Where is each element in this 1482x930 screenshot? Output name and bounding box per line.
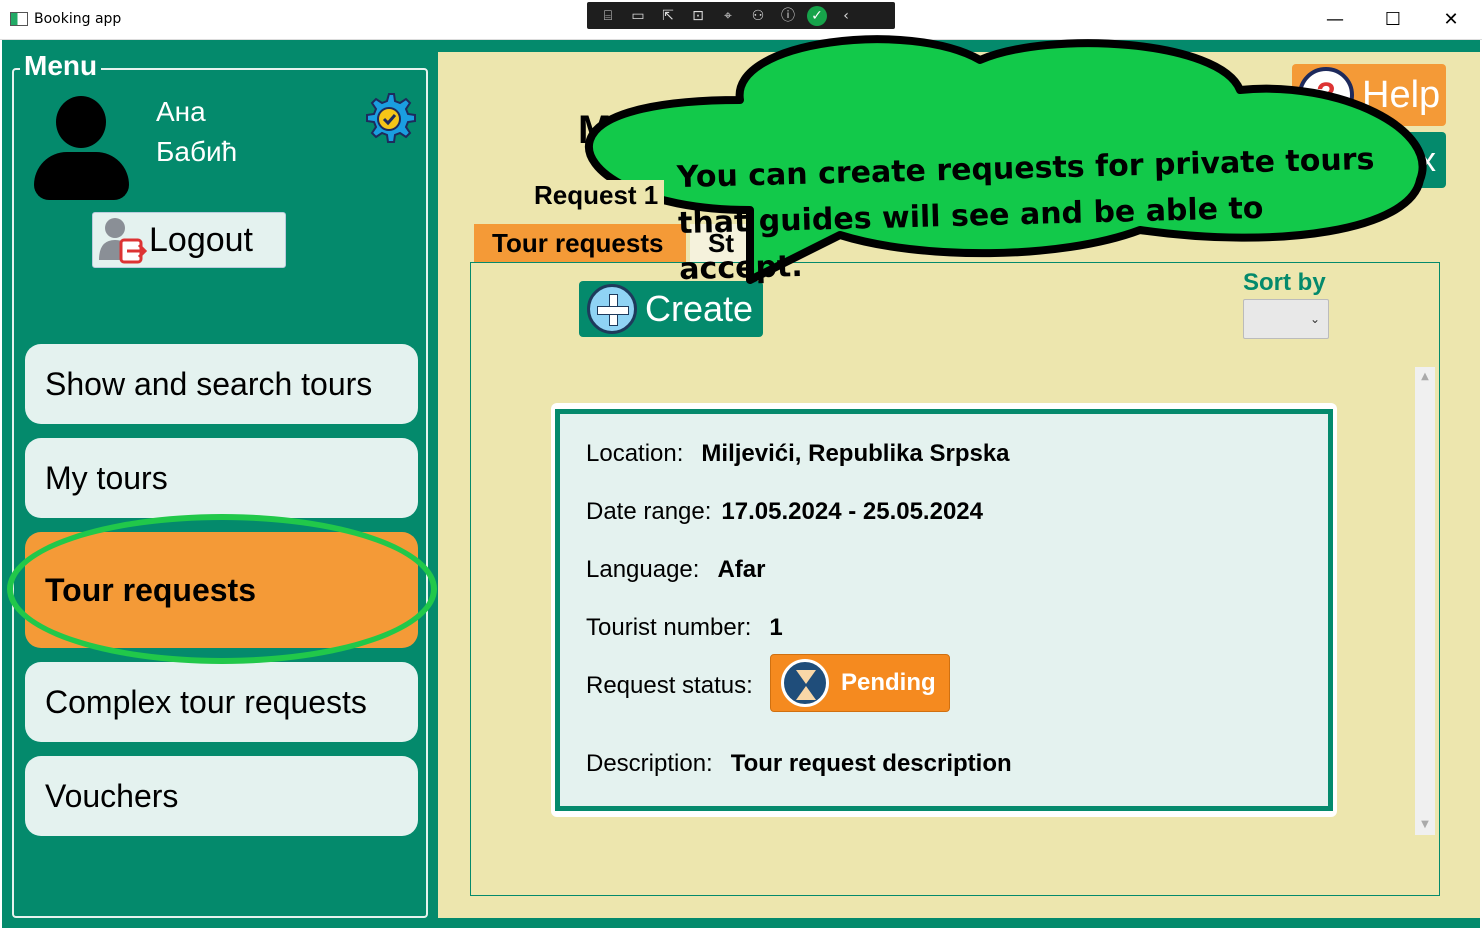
date-range-row: Date range: 17.05.2024 - 25.05.2024 xyxy=(586,498,983,526)
sort-by-select[interactable]: ⌄ xyxy=(1243,299,1329,339)
user-name: Ана Бабић xyxy=(156,96,238,167)
tab-content: Create Sort by ⌄ ▲ ▼ Location: Miljevići,… xyxy=(470,262,1440,896)
nav-vouchers[interactable]: Vouchers xyxy=(25,756,418,836)
hourglass-icon xyxy=(781,659,829,707)
debug-tool-icon[interactable]: ⇱ xyxy=(657,6,679,26)
app-surface: Menu Ана Бабић Logout Show and search to… xyxy=(2,35,1480,928)
close-button[interactable]: ✕ xyxy=(1422,4,1480,36)
debug-tool-icon[interactable]: ⌖ xyxy=(717,6,739,26)
logout-user-icon xyxy=(99,218,148,264)
menu-label: Menu xyxy=(20,50,102,82)
tourist-number-row: Tourist number: 1 xyxy=(586,614,783,642)
inbox-button[interactable]: ox xyxy=(1366,132,1446,188)
description-row: Description: Tour request description xyxy=(586,750,1012,778)
minimize-button[interactable]: — xyxy=(1306,4,1364,36)
language-row: Language: Afar xyxy=(586,556,765,584)
status-badge: Pending xyxy=(770,654,950,712)
debug-tool-icon[interactable]: ▭ xyxy=(627,6,649,26)
help-label: Help xyxy=(1362,73,1441,116)
date-range-label: Date range: xyxy=(586,498,712,525)
page-title: M xyxy=(578,108,612,152)
status-text: Pending xyxy=(841,669,936,696)
debug-ok-icon[interactable]: ✓ xyxy=(807,5,827,26)
tourist-number-value: 1 xyxy=(769,614,783,641)
create-label: Create xyxy=(645,288,754,329)
avatar xyxy=(34,96,129,201)
tutorial-message: You can create requests for private tour… xyxy=(676,137,1379,293)
maximize-button[interactable]: ☐ xyxy=(1364,4,1422,36)
help-question-icon: ? xyxy=(1298,67,1354,123)
list-scrollbar[interactable]: ▲ ▼ xyxy=(1415,367,1435,835)
location-label: Location: xyxy=(586,440,684,467)
app-icon xyxy=(10,12,28,26)
tourist-number-label: Tourist number: xyxy=(586,614,752,641)
plus-icon xyxy=(587,284,637,334)
debug-collapse-icon[interactable]: ‹ xyxy=(835,6,857,26)
request-card-body: Location: Miljevići, Republika Srpska Dat… xyxy=(555,409,1333,811)
tutorial-line-2: that guides will see and be able to acce… xyxy=(677,190,1264,288)
request-title: Request 1 xyxy=(528,180,665,211)
description-label: Description: xyxy=(586,750,713,777)
debug-tool-icon[interactable]: ⊡ xyxy=(687,6,709,26)
debug-toolbar: ⌸ ▭ ⇱ ⊡ ⌖ ⚇ ⓘ ✓ ‹ xyxy=(587,2,895,29)
nav-my-tours[interactable]: My tours xyxy=(25,438,418,518)
scroll-up-icon[interactable]: ▲ xyxy=(1415,369,1435,385)
logout-button[interactable]: Logout xyxy=(92,212,286,268)
title-bar: Booking app ⌸ ▭ ⇱ ⊡ ⌖ ⚇ ⓘ ✓ ‹ — ☐ ✕ xyxy=(0,0,1482,40)
date-range-value: 17.05.2024 - 25.05.2024 xyxy=(721,498,983,525)
request-status-label: Request status: xyxy=(586,672,753,699)
window-title: Booking app xyxy=(34,11,122,27)
avatar-head-icon xyxy=(56,96,106,148)
language-value: Afar xyxy=(717,556,766,583)
nav-complex-tour-requests[interactable]: Complex tour requests xyxy=(25,662,418,742)
location-row: Location: Miljevići, Republika Srpska xyxy=(586,440,1010,468)
nav-show-search-tours[interactable]: Show and search tours xyxy=(25,344,418,424)
nav-tour-requests[interactable]: Tour requests xyxy=(25,532,418,648)
tab-tour-requests[interactable]: Tour requests xyxy=(474,224,686,262)
scroll-down-icon[interactable]: ▼ xyxy=(1415,817,1435,833)
avatar-body-icon xyxy=(34,152,129,200)
settings-gear-icon[interactable] xyxy=(360,90,418,148)
logout-label: Logout xyxy=(149,220,253,259)
debug-tool-icon[interactable]: ⓘ xyxy=(777,6,799,26)
location-value: Miljevići, Republika Srpska xyxy=(701,440,1010,467)
help-button[interactable]: ? Help xyxy=(1292,64,1446,126)
debug-tool-icon[interactable]: ⚇ xyxy=(747,6,769,26)
description-value: Tour request description xyxy=(730,750,1012,777)
language-label: Language: xyxy=(586,556,700,583)
request-card[interactable]: Location: Miljevići, Republika Srpska Dat… xyxy=(551,403,1337,817)
debug-tool-icon[interactable]: ⌸ xyxy=(597,6,619,26)
